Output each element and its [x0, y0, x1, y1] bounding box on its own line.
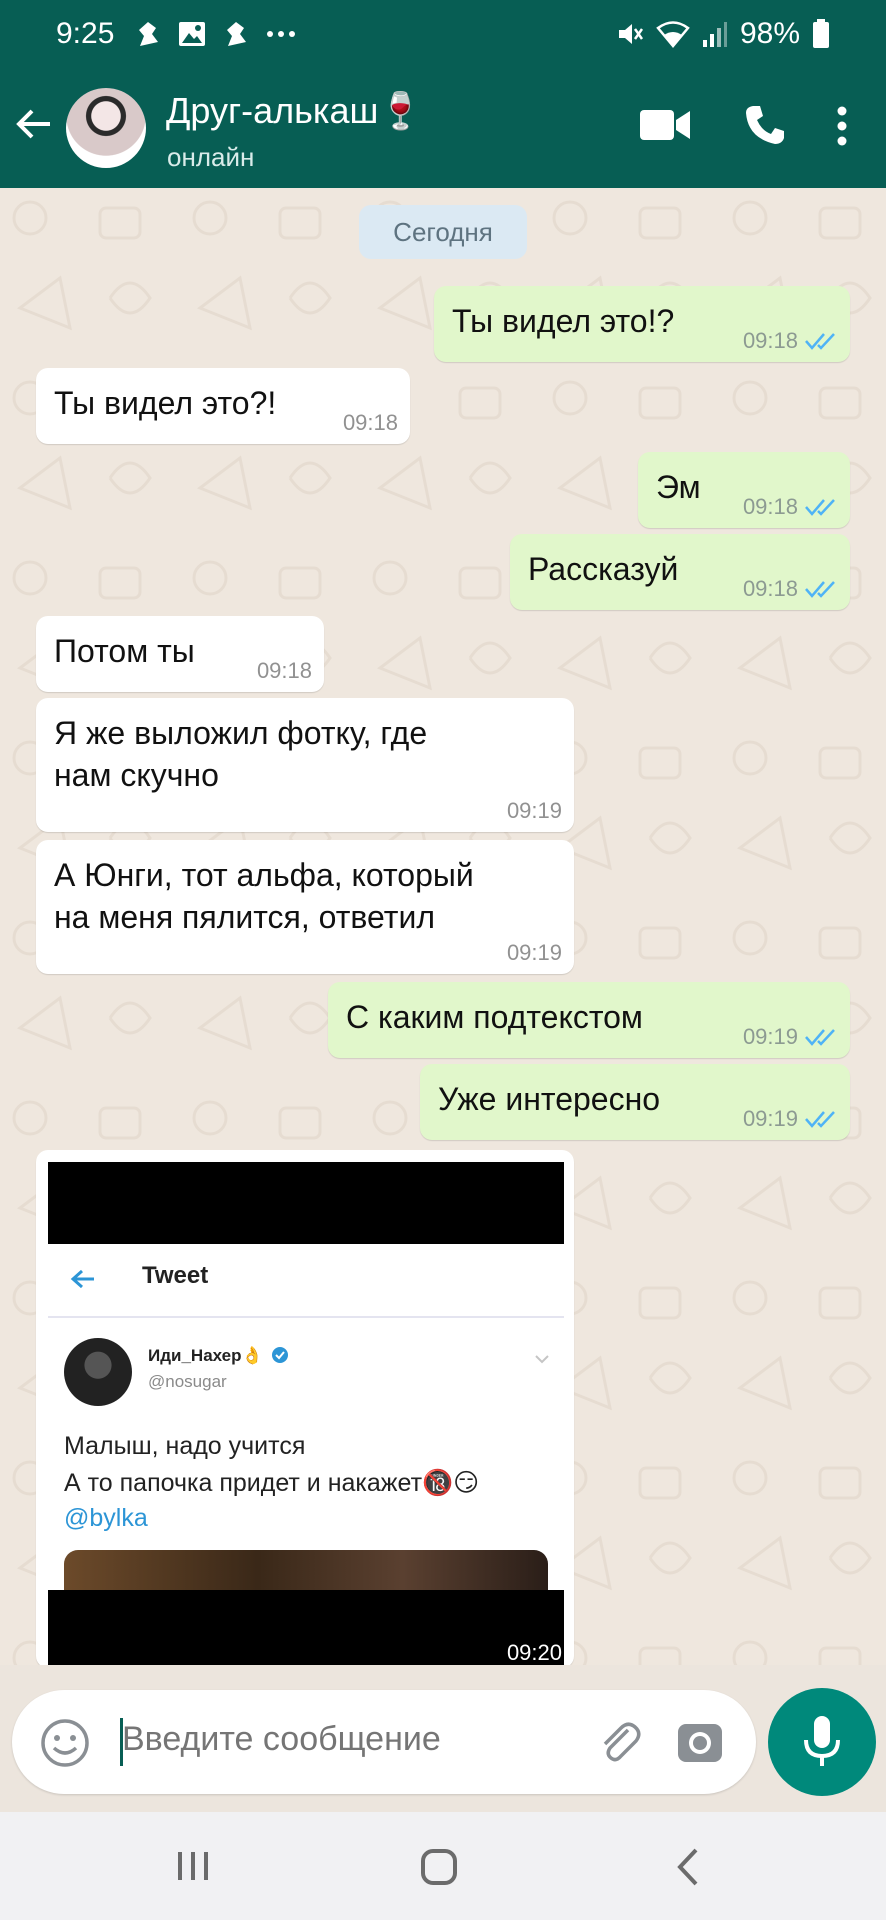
message-meta: 09:19: [507, 798, 562, 824]
message-time: 09:18: [742, 576, 798, 601]
tweet-author-handle: @nosugar: [148, 1372, 227, 1391]
message-outgoing[interactable]: С каким подтекстом 09:19: [328, 982, 850, 1058]
phone-icon[interactable]: [744, 104, 786, 146]
image-message[interactable]: Tweet Иди_Нахер👌 @nosugar Малыш, надо уч…: [36, 1150, 574, 1665]
redacted-bar: [48, 1162, 564, 1244]
recents-icon[interactable]: [176, 1850, 210, 1882]
message-meta: 09:18: [743, 494, 838, 520]
app-notification-icon: [139, 22, 159, 46]
app-notification-icon: [227, 22, 247, 46]
back-arrow-icon[interactable]: [12, 102, 56, 146]
message-outgoing[interactable]: Рассказуй 09:18: [510, 534, 850, 610]
wifi-icon: [656, 21, 690, 48]
message-text: Рассказуй: [528, 551, 679, 587]
message-meta: 09:19: [743, 1106, 838, 1132]
read-ticks-icon: [805, 333, 835, 350]
message-outgoing[interactable]: Уже интересно 09:19: [420, 1064, 850, 1140]
tweet-header: Tweet: [48, 1244, 564, 1318]
contact-name[interactable]: Друг-алькаш🍷: [166, 90, 423, 132]
read-ticks-icon: [805, 1111, 835, 1128]
verified-badge-icon: [272, 1347, 289, 1363]
message-text: Ты видел это!?: [452, 303, 675, 339]
message-time: 09:20: [506, 1640, 562, 1665]
status-right: 98%: [616, 17, 830, 51]
date-separator: Сегодня: [359, 205, 527, 259]
message-text: Ты видел это?!: [54, 385, 277, 421]
tweet-text-line: А то папочка придет и накажет🔞😏: [64, 1469, 480, 1497]
message-incoming[interactable]: Ты видел это?! 09:18: [36, 368, 410, 444]
read-ticks-icon: [805, 1029, 835, 1046]
message-line: А Юнги, тот альфа, который: [54, 857, 474, 893]
message-time: 09:18: [342, 410, 398, 435]
message-meta: 09:18: [743, 328, 838, 354]
mic-icon: [804, 1716, 840, 1766]
battery-percent: 98%: [739, 17, 800, 50]
redacted-bar: [48, 1590, 564, 1665]
message-time: 09:19: [742, 1106, 798, 1131]
message-text: Уже интересно: [438, 1081, 661, 1117]
mic-button[interactable]: [768, 1688, 876, 1796]
more-notifications-icon: [267, 31, 296, 37]
more-vert-icon[interactable]: [836, 106, 848, 146]
message-meta: 09:18: [257, 658, 312, 684]
message-outgoing[interactable]: Ты видел это!? 09:18: [434, 286, 850, 362]
message-time: 09:19: [506, 940, 562, 965]
message-line: на меня пялится, ответил: [54, 899, 435, 935]
message-outgoing[interactable]: Эм 09:18: [638, 452, 850, 528]
signal-icon: [702, 22, 727, 47]
message-meta: 09:18: [743, 576, 838, 602]
mute-icon: [618, 24, 643, 44]
tweet-author-name: Иди_Нахер👌: [148, 1346, 289, 1366]
message-line: Я же выложил фотку, где: [54, 715, 428, 751]
camera-icon[interactable]: [676, 1720, 724, 1764]
message-time: 09:18: [742, 328, 798, 353]
tweet-back-arrow-icon: [70, 1269, 94, 1289]
home-icon[interactable]: [420, 1848, 458, 1886]
read-ticks-icon: [805, 499, 835, 516]
battery-icon: [813, 19, 829, 48]
message-time: 09:18: [256, 658, 312, 683]
message-text: Эм: [656, 469, 701, 505]
message-text: Потом ты: [54, 633, 195, 669]
message-composer[interactable]: [12, 1690, 756, 1794]
message-meta: 09:19: [507, 940, 562, 966]
message-text: А Юнги, тот альфа, который на меня пялит…: [54, 854, 474, 938]
message-incoming[interactable]: Потом ты 09:18: [36, 616, 324, 692]
emoji-icon[interactable]: [40, 1718, 90, 1768]
contact-status: онлайн: [167, 142, 255, 172]
message-incoming[interactable]: Я же выложил фотку, где нам скучно 09:19: [36, 698, 574, 832]
tweet-screenshot[interactable]: Tweet Иди_Нахер👌 @nosugar Малыш, надо уч…: [48, 1162, 564, 1665]
tweet-mention: @bylka: [64, 1504, 148, 1532]
image-notification-icon: [179, 22, 206, 46]
nav-back-icon[interactable]: [674, 1846, 700, 1888]
read-ticks-icon: [805, 581, 835, 598]
chat-header: Друг-алькаш🍷 онлайн: [0, 68, 886, 188]
status-bar: 9:25 98%: [0, 0, 886, 68]
status-time: 9:25: [56, 17, 115, 50]
notification-icons: [136, 20, 296, 48]
message-meta: 09:19: [743, 1024, 838, 1050]
chevron-down-icon: [535, 1355, 549, 1364]
attach-icon[interactable]: [592, 1716, 646, 1770]
video-call-icon[interactable]: [640, 108, 690, 142]
message-time: 09:19: [506, 798, 562, 823]
message-text: Я же выложил фотку, где нам скучно: [54, 712, 427, 796]
message-time: 09:18: [742, 494, 798, 519]
message-time: 09:19: [742, 1024, 798, 1049]
message-text: С каким подтекстом: [346, 999, 643, 1035]
message-meta: 09:18: [343, 410, 398, 436]
message-line: нам скучно: [54, 757, 219, 793]
tweet-title: Tweet: [142, 1262, 209, 1289]
message-incoming[interactable]: А Юнги, тот альфа, который на меня пялит…: [36, 840, 574, 974]
message-input[interactable]: [122, 1720, 582, 1759]
tweet-text-line: Малыш, надо учится: [64, 1432, 306, 1460]
contact-avatar[interactable]: [66, 88, 146, 168]
tweet-author-avatar: [64, 1338, 132, 1406]
chat-area[interactable]: Сегодня Ты видел это!? 09:18 Ты видел эт…: [0, 188, 886, 1665]
system-nav-bar: [0, 1812, 886, 1920]
